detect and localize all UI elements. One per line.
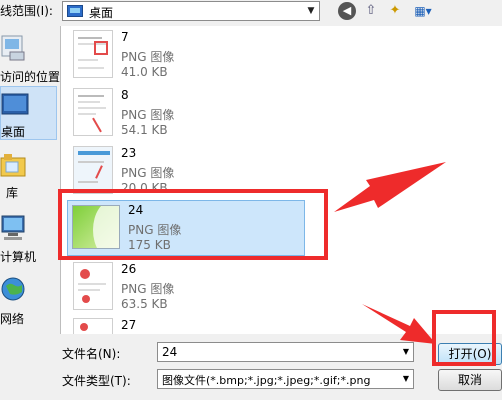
file-name: 23 [121,146,137,160]
desktop-icon [67,5,83,17]
place-computer[interactable]: 计算机 [0,212,57,264]
file-thumbnail [73,262,113,310]
location-combobox[interactable]: 桌面 ▼ [62,1,320,21]
list-item[interactable]: 27 [67,316,367,334]
file-type: PNG 图像 [121,166,175,180]
file-size: 54.1 KB [121,123,168,137]
up-folder-button[interactable]: ⇧ [362,2,380,20]
place-recent[interactable]: 访问的位置 [0,32,61,84]
network-globe-icon [1,277,25,301]
recent-places-icon [1,35,25,61]
annotation-arrow-icon [334,162,446,212]
file-name: 8 [121,88,129,102]
filetype-select[interactable]: 图像文件(*.bmp;*.jpg;*.jpeg;*.gif;*.png ▼ [157,369,414,389]
list-item[interactable]: 26 PNG 图像 63.5 KB [67,260,367,318]
look-in-label: 线范围(I): [0,4,53,18]
filetype-label: 文件类型(T): [62,374,131,388]
place-network[interactable]: 网络 [0,274,57,328]
annotation-highlight-box [58,189,328,260]
file-size: 41.0 KB [121,65,168,79]
place-label: 库 [6,186,19,200]
file-name: 7 [121,30,129,44]
file-name: 26 [121,262,137,276]
place-libraries[interactable]: 库 [0,150,57,202]
places-bar: 访问的位置 桌面 库 计算机 网络 [0,26,61,336]
new-folder-button[interactable]: ✦ [385,2,405,20]
annotation-highlight-box [432,310,496,366]
list-item[interactable]: 7 PNG 图像 41.0 KB [67,28,367,86]
chevron-down-icon[interactable]: ▼ [399,370,413,388]
back-button[interactable]: ◀ [338,2,356,20]
place-label: 访问的位置 [0,70,61,84]
filename-label: 文件名(N): [62,347,121,361]
file-size: 63.5 KB [121,297,168,311]
location-text: 桌面 [89,6,114,20]
annotation-arrow-icon [362,304,436,344]
view-menu-button[interactable]: ▦▾ [410,2,436,20]
filename-value: 24 [162,345,178,359]
file-type: PNG 图像 [121,108,175,122]
place-label: 桌面 [1,125,26,139]
place-label: 计算机 [0,250,37,264]
file-thumbnail [73,30,113,78]
filetype-value: 图像文件(*.bmp;*.jpg;*.jpeg;*.gif;*.png [162,374,371,387]
file-type: PNG 图像 [121,50,175,64]
file-thumbnail [73,88,113,136]
chevron-down-icon[interactable]: ▼ [303,2,319,20]
place-label: 网络 [0,312,25,326]
file-name: 27 [121,318,137,332]
place-desktop[interactable]: 桌面 [0,86,57,140]
cancel-button[interactable]: 取消 [438,369,502,391]
file-thumbnail [73,318,113,334]
file-type: PNG 图像 [121,282,175,296]
library-icon [0,154,26,177]
computer-icon [1,215,25,240]
file-thumbnail [73,146,113,194]
desktop-icon [1,93,29,115]
list-item[interactable]: 8 PNG 图像 54.1 KB [67,86,367,144]
toolbar: 线范围(I): 桌面 ▼ ◀ ⇧ ✦ ▦▾ [0,0,502,26]
